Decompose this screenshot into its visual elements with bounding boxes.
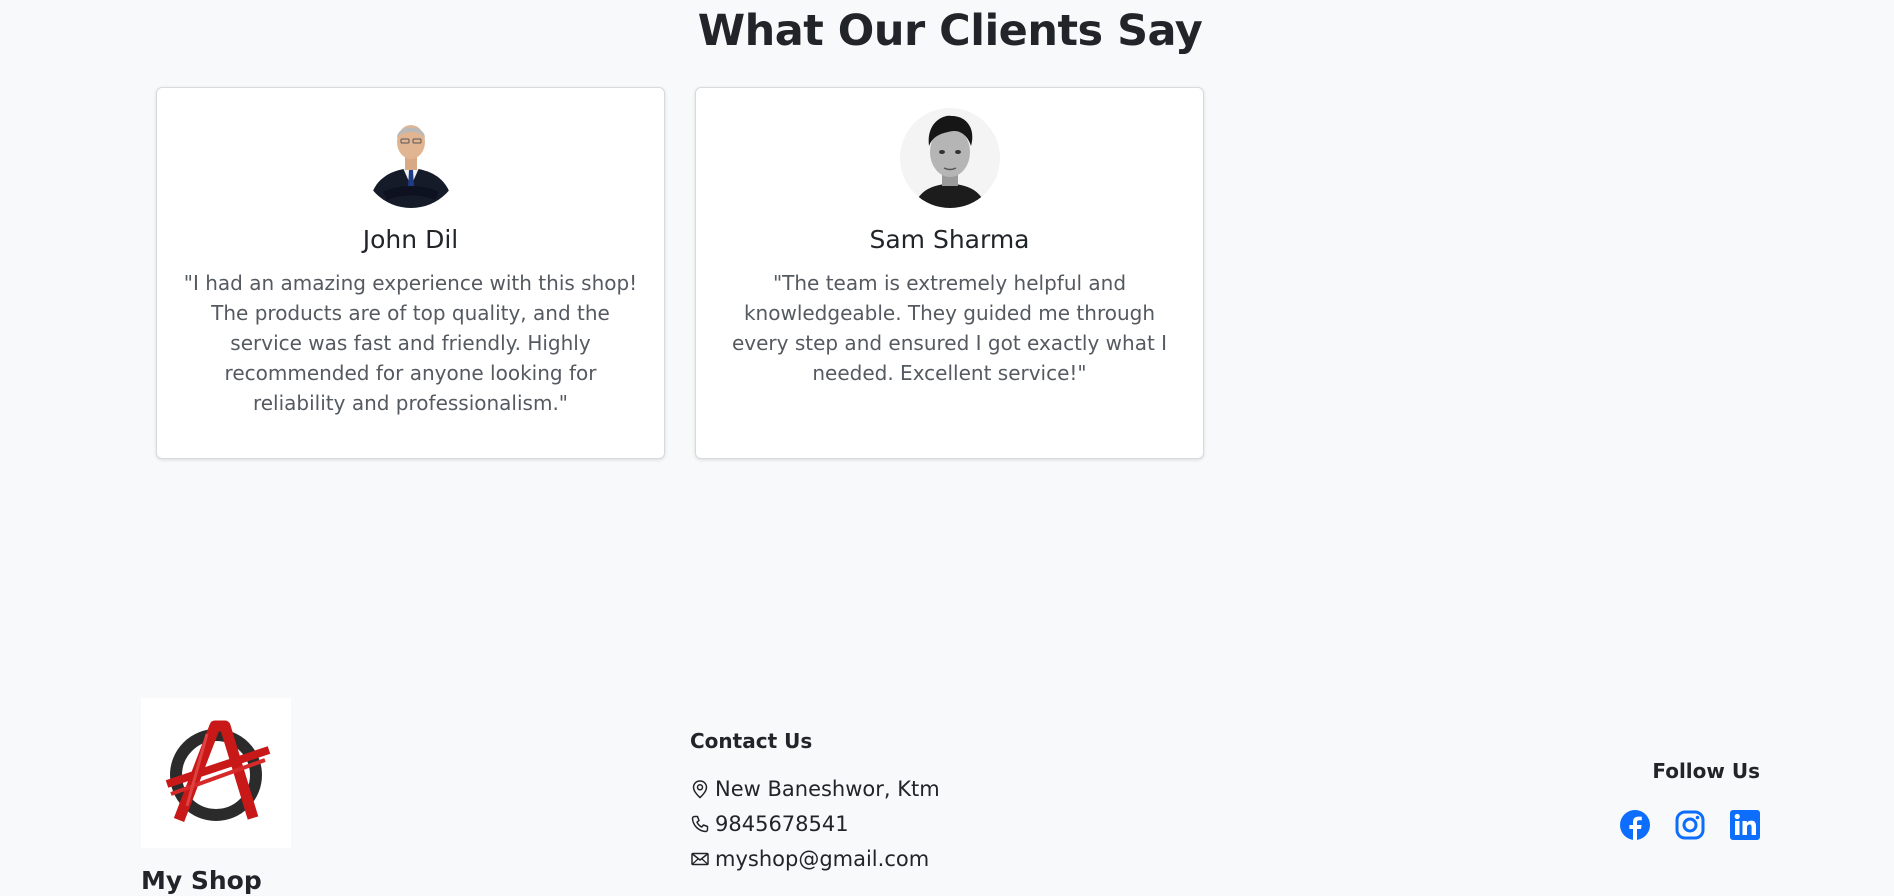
envelope-icon [691, 852, 709, 866]
phone-text[interactable]: 9845678541 [715, 812, 849, 836]
contact-address: New Baneshwor, Ktm [690, 774, 940, 804]
testimonial-card: John Dil "I had an amazing experience wi… [156, 87, 665, 459]
contact-title: Contact Us [690, 729, 813, 753]
anarchy-a-logo[interactable] [141, 698, 291, 848]
client-name: Sam Sharma [869, 225, 1030, 254]
location-pin-icon [692, 780, 708, 799]
brand-name: My Shop [141, 866, 262, 895]
testimonial-card: Sam Sharma "The team is extremely helpfu… [695, 87, 1204, 459]
section-title: What Our Clients Say [697, 6, 1203, 56]
email-text[interactable]: myshop@gmail.com [715, 847, 929, 871]
client-quote: "The team is extremely helpful and knowl… [731, 271, 1168, 385]
client-quote: "I had an amazing experience with this s… [183, 271, 638, 415]
address-text: New Baneshwor, Ktm [715, 777, 940, 801]
contact-email: myshop@gmail.com [690, 844, 929, 874]
instagram-icon[interactable] [1674, 809, 1706, 841]
page: What Our Clients Say John Dil "I had an … [0, 0, 1894, 896]
client-avatar [900, 108, 1000, 208]
contact-phone: 9845678541 [690, 809, 849, 839]
facebook-icon[interactable] [1619, 809, 1651, 841]
phone-icon [691, 815, 709, 833]
follow-title: Follow Us [1652, 759, 1760, 783]
client-avatar [361, 108, 461, 208]
linkedin-icon[interactable] [1729, 809, 1761, 841]
client-name: John Dil [362, 225, 459, 254]
